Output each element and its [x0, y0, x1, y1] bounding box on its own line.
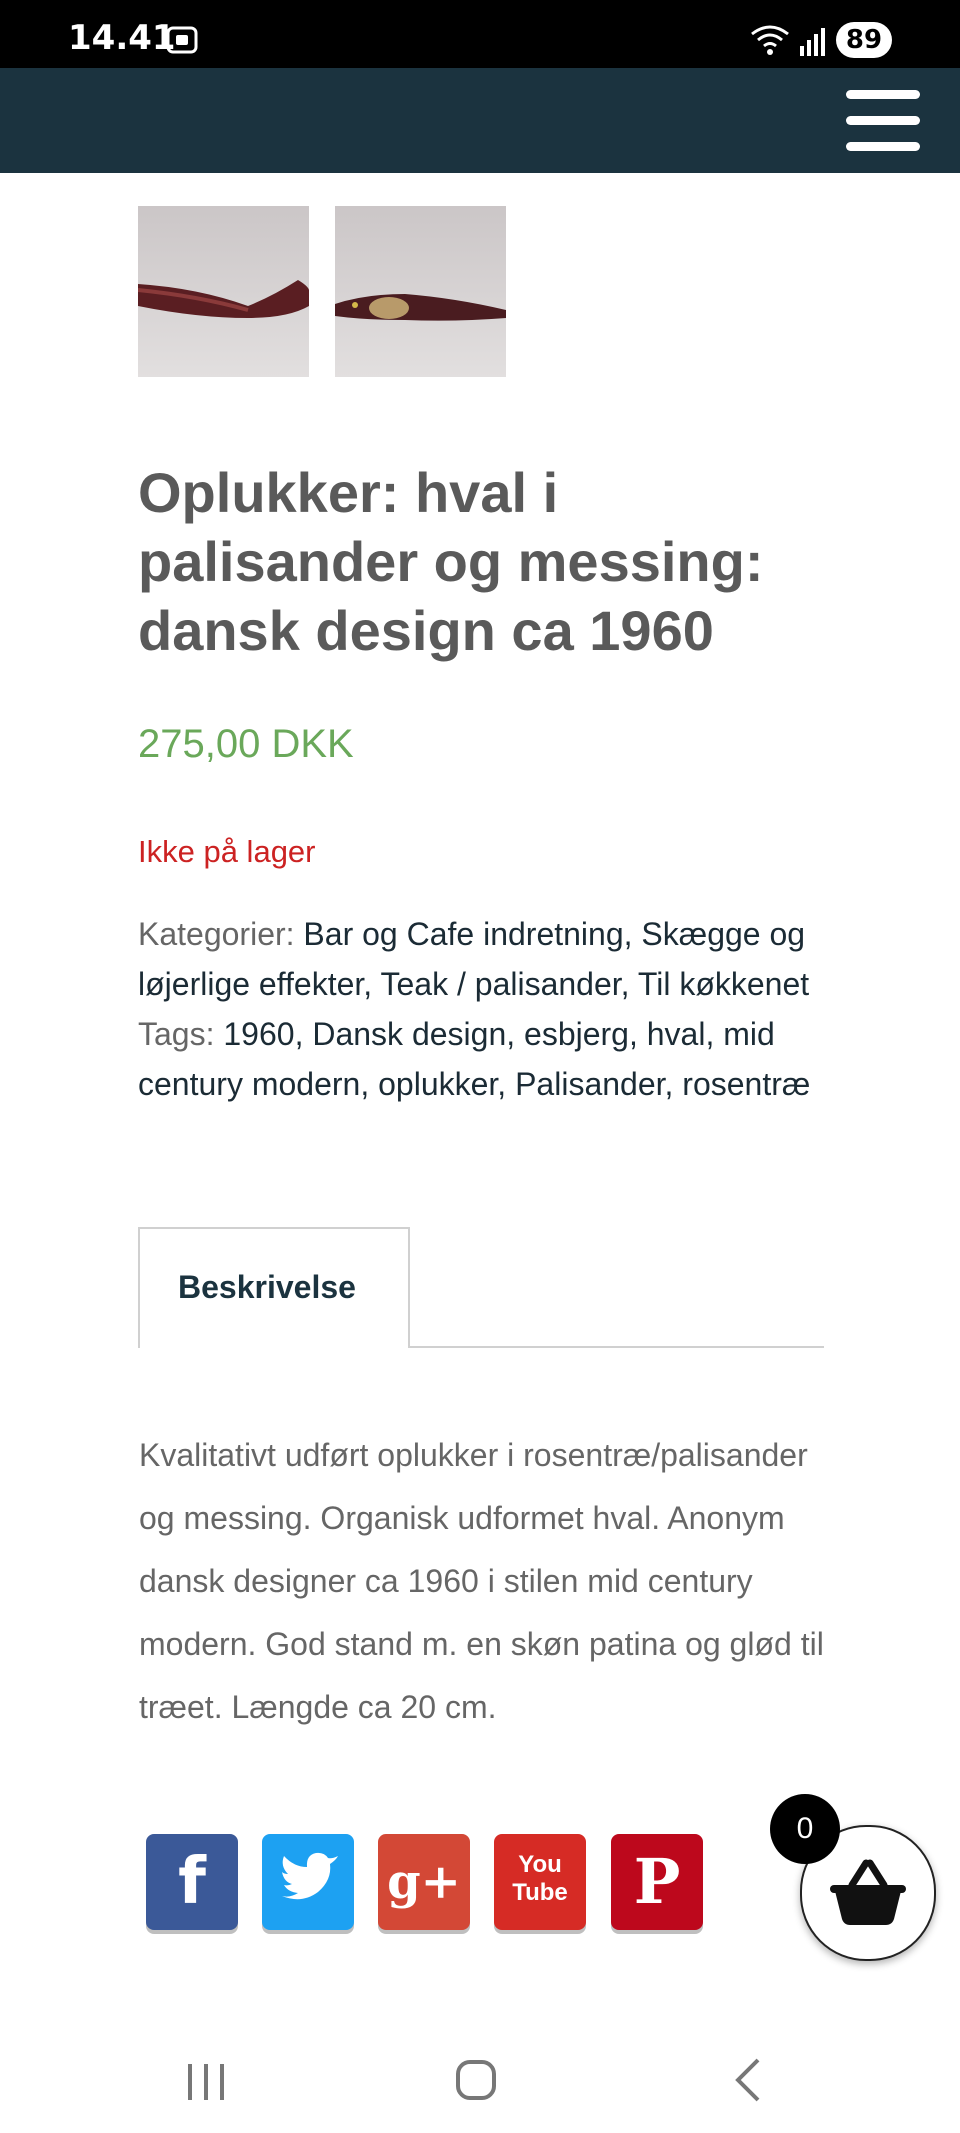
hamburger-menu-icon[interactable]: [846, 90, 920, 152]
whale-opener-image: [335, 206, 506, 377]
wifi-icon: [751, 25, 789, 55]
youtube-label-top: You: [518, 1851, 562, 1878]
tab-description[interactable]: Beskrivelse: [138, 1227, 410, 1348]
pinterest-share-button[interactable]: P: [611, 1834, 703, 1930]
twitter-share-button[interactable]: [262, 1834, 354, 1930]
tag-link[interactable]: Palisander: [515, 1066, 664, 1102]
category-link[interactable]: Til køkkenet: [638, 966, 809, 1002]
status-bar: 14.41 89: [0, 0, 960, 68]
product-price: 275,00 DKK: [138, 722, 354, 766]
battery-icon: 89: [836, 22, 892, 58]
tag-link[interactable]: Dansk design: [312, 1016, 506, 1052]
tag-link[interactable]: esbjerg: [524, 1016, 629, 1052]
screenshot-icon: [166, 26, 198, 54]
youtube-share-button[interactable]: You Tube: [494, 1834, 586, 1930]
tab-label: Beskrivelse: [178, 1269, 356, 1305]
stock-status: Ikke på lager: [138, 834, 316, 869]
tag-link[interactable]: hval: [647, 1016, 706, 1052]
youtube-label-bottom: Tube: [512, 1879, 568, 1906]
product-meta: Kategorier: Bar og Cafe indretning, Skæg…: [138, 916, 811, 1102]
status-time: 14.41: [68, 18, 176, 58]
system-nav-bar: [0, 2030, 960, 2133]
back-icon[interactable]: [706, 2050, 786, 2110]
signal-icon: [800, 28, 825, 56]
google-plus-share-button[interactable]: g+: [378, 1834, 470, 1930]
product-description: Kvalitativt udført oplukker i rosentræ/p…: [139, 1437, 824, 1725]
google-plus-icon: g+: [387, 1854, 461, 1910]
tags-label: Tags:: [138, 1016, 215, 1052]
tag-link[interactable]: 1960: [223, 1016, 294, 1052]
youtube-icon: You Tube: [494, 1834, 586, 1930]
category-link[interactable]: Bar og Cafe indretning: [303, 916, 623, 952]
tag-link[interactable]: oplukker: [378, 1066, 497, 1102]
facebook-icon: f: [178, 1845, 206, 1919]
cart-count-badge: 0: [770, 1794, 840, 1864]
whale-opener-image: [138, 206, 309, 377]
categories-label: Kategorier:: [138, 916, 295, 952]
twitter-icon: [282, 1852, 338, 1900]
product-thumbnail-1[interactable]: [138, 206, 309, 377]
home-icon[interactable]: [436, 2050, 516, 2110]
pinterest-icon: P: [633, 1845, 681, 1918]
facebook-share-button[interactable]: f: [146, 1834, 238, 1930]
category-link[interactable]: Teak / palisander: [381, 966, 621, 1002]
tag-link[interactable]: rosentræ: [682, 1066, 810, 1102]
product-title: Oplukker: hval i palisander og messing: …: [138, 461, 764, 662]
recent-apps-icon[interactable]: [166, 2050, 246, 2110]
product-thumbnail-2[interactable]: [335, 206, 506, 377]
